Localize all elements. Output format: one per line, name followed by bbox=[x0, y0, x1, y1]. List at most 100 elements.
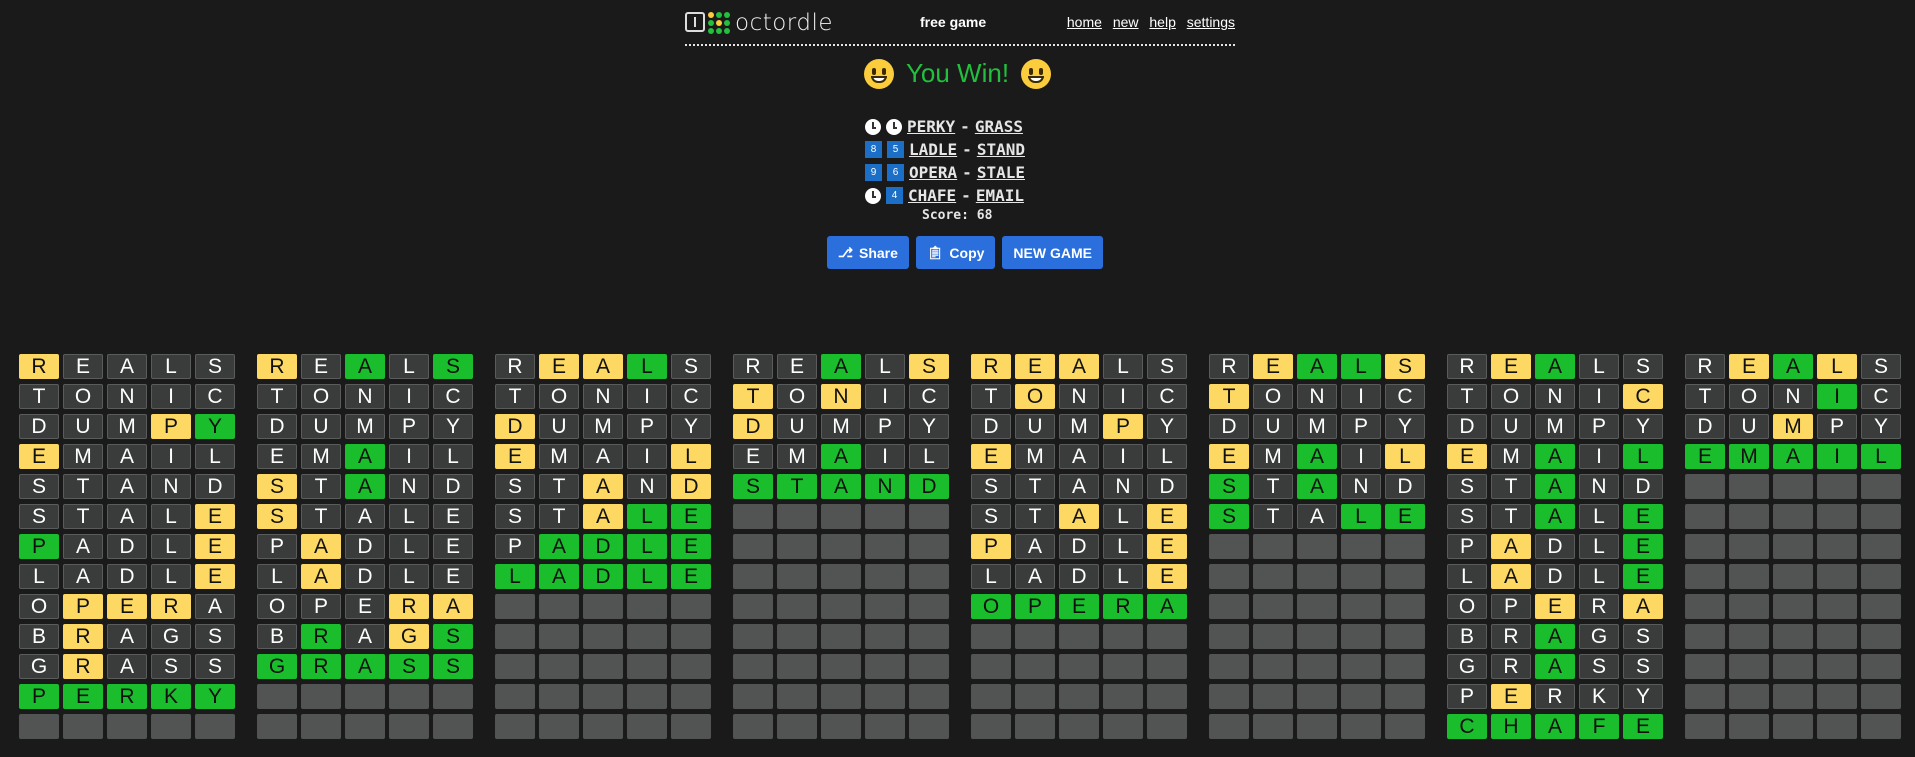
letter-tile: S bbox=[257, 474, 297, 499]
guess-count-badge: 5 bbox=[887, 141, 904, 158]
logo-dot bbox=[724, 12, 730, 18]
letter-tile: M bbox=[345, 414, 385, 439]
empty-tile bbox=[1297, 624, 1337, 649]
empty-tile bbox=[1253, 594, 1293, 619]
answer-word-link[interactable]: STAND bbox=[977, 140, 1025, 159]
letter-tile: A bbox=[1535, 474, 1575, 499]
empty-tile bbox=[1015, 714, 1055, 739]
letter-tile: K bbox=[1579, 684, 1619, 709]
letter-tile: R bbox=[971, 354, 1011, 379]
nav-help-link[interactable]: help bbox=[1149, 14, 1175, 30]
letter-tile: A bbox=[1535, 624, 1575, 649]
letter-tile: E bbox=[495, 444, 535, 469]
empty-tile bbox=[433, 684, 473, 709]
empty-tile bbox=[195, 714, 235, 739]
letter-tile: A bbox=[1773, 444, 1813, 469]
answer-word-link[interactable]: GRASS bbox=[975, 117, 1023, 136]
empty-tile bbox=[1209, 594, 1249, 619]
empty-tile bbox=[1341, 534, 1381, 559]
empty-tile bbox=[495, 654, 535, 679]
letter-tile: O bbox=[971, 594, 1011, 619]
letter-tile: G bbox=[389, 624, 429, 649]
letter-tile: G bbox=[19, 654, 59, 679]
logo[interactable]: octordle bbox=[685, 10, 833, 36]
empty-tile bbox=[1817, 564, 1857, 589]
letter-tile: L bbox=[19, 564, 59, 589]
empty-tile bbox=[1253, 564, 1293, 589]
empty-tile bbox=[1147, 684, 1187, 709]
empty-tile bbox=[909, 684, 949, 709]
empty-tile bbox=[733, 564, 773, 589]
letter-tile: P bbox=[1817, 414, 1857, 439]
empty-tile bbox=[1729, 684, 1769, 709]
letter-tile: I bbox=[865, 384, 905, 409]
letter-tile: S bbox=[971, 474, 1011, 499]
answer-word-link[interactable]: OPERA bbox=[909, 163, 957, 182]
empty-tile bbox=[1773, 594, 1813, 619]
new-game-button[interactable]: NEW GAME bbox=[1002, 236, 1103, 269]
letter-tile: M bbox=[583, 414, 623, 439]
letter-tile: E bbox=[733, 444, 773, 469]
empty-tile bbox=[1861, 714, 1901, 739]
guess-count-badge: 9 bbox=[865, 164, 882, 181]
empty-tile bbox=[1059, 654, 1099, 679]
empty-tile bbox=[1685, 534, 1725, 559]
nav-settings-link[interactable]: settings bbox=[1187, 14, 1235, 30]
empty-tile bbox=[1861, 684, 1901, 709]
letter-tile: A bbox=[583, 474, 623, 499]
empty-tile bbox=[1209, 534, 1249, 559]
letter-tile: C bbox=[1861, 384, 1901, 409]
results-list: PERKY - GRASS 8 5 LADLE - STAND 9 6 OPERA - STALE 4 CH… bbox=[865, 115, 1025, 207]
letter-tile: P bbox=[19, 534, 59, 559]
letter-tile: L bbox=[627, 504, 667, 529]
letter-tile: S bbox=[433, 624, 473, 649]
letter-tile: M bbox=[1015, 444, 1055, 469]
empty-tile bbox=[865, 594, 905, 619]
answer-word-link[interactable]: LADLE bbox=[909, 140, 957, 159]
grinning-face-icon bbox=[1021, 58, 1052, 89]
letter-tile: O bbox=[257, 594, 297, 619]
empty-tile bbox=[1817, 534, 1857, 559]
letter-tile: L bbox=[1103, 534, 1143, 559]
answer-word-link[interactable]: PERKY bbox=[907, 117, 955, 136]
empty-tile bbox=[1209, 564, 1249, 589]
answer-word-link[interactable]: CHAFE bbox=[908, 186, 956, 205]
letter-tile: A bbox=[107, 444, 147, 469]
letter-tile: E bbox=[671, 564, 711, 589]
mode-label: free game bbox=[920, 14, 987, 30]
nav-new-link[interactable]: new bbox=[1113, 14, 1139, 30]
empty-tile bbox=[1103, 624, 1143, 649]
empty-tile bbox=[1773, 534, 1813, 559]
letter-tile: E bbox=[433, 534, 473, 559]
action-buttons: ⎇ Share 📋︎ Copy NEW GAME bbox=[827, 236, 1103, 269]
guess-count-badge: 8 bbox=[865, 141, 882, 158]
letter-tile: D bbox=[971, 414, 1011, 439]
letter-tile: D bbox=[1059, 534, 1099, 559]
letter-tile: E bbox=[107, 594, 147, 619]
empty-tile bbox=[539, 714, 579, 739]
letter-tile: L bbox=[865, 354, 905, 379]
letter-tile: A bbox=[1491, 534, 1531, 559]
letter-tile: A bbox=[301, 534, 341, 559]
letter-tile: L bbox=[389, 504, 429, 529]
empty-tile bbox=[1685, 684, 1725, 709]
logo-text: octordle bbox=[735, 10, 833, 36]
share-button[interactable]: ⎇ Share bbox=[827, 236, 909, 269]
empty-tile bbox=[909, 594, 949, 619]
result-row: 4 CHAFE - EMAIL bbox=[865, 184, 1025, 207]
answer-word-link[interactable]: STALE bbox=[977, 163, 1025, 182]
empty-tile bbox=[1209, 654, 1249, 679]
nav-home-link[interactable]: home bbox=[1067, 14, 1102, 30]
copy-button[interactable]: 📋︎ Copy bbox=[915, 236, 996, 269]
letter-tile: P bbox=[389, 414, 429, 439]
letter-tile: A bbox=[1059, 354, 1099, 379]
letter-tile: L bbox=[1579, 534, 1619, 559]
empty-tile bbox=[1253, 654, 1293, 679]
empty-tile bbox=[1341, 654, 1381, 679]
letter-tile: P bbox=[301, 594, 341, 619]
answer-word-link[interactable]: EMAIL bbox=[976, 186, 1024, 205]
letter-tile: E bbox=[1015, 354, 1055, 379]
empty-tile bbox=[495, 684, 535, 709]
letter-tile: R bbox=[19, 354, 59, 379]
empty-tile bbox=[583, 684, 623, 709]
